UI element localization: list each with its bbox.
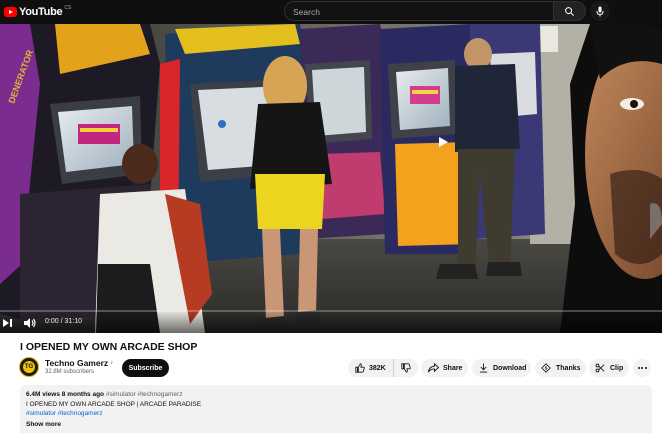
description-line: I OPENED MY OWN ARCADE SHOP | ARCADE PAR… bbox=[26, 400, 202, 408]
progress-bar[interactable] bbox=[0, 310, 662, 312]
center-play-button[interactable] bbox=[434, 134, 452, 150]
more-dot bbox=[641, 367, 643, 369]
like-button[interactable]: 382K bbox=[348, 359, 394, 377]
hashtag-row: #simulator #technogamerz bbox=[26, 409, 646, 419]
channel-name-link[interactable]: Techno Gamerz ♪ bbox=[45, 358, 113, 368]
youtube-play-icon bbox=[4, 7, 17, 17]
thanks-label: Thanks bbox=[556, 364, 581, 372]
thumbs-up-icon bbox=[355, 363, 365, 373]
video-title: I OPENED MY OWN ARCADE SHOP bbox=[20, 341, 198, 353]
subscribe-button[interactable]: Subscribe bbox=[122, 359, 169, 377]
clip-button[interactable]: Clip bbox=[589, 359, 629, 377]
views-and-date: 6.4M views 8 months ago bbox=[26, 391, 105, 398]
player-controls: 0:00 / 31:10 bbox=[0, 310, 662, 333]
play-icon bbox=[439, 137, 448, 147]
more-dot bbox=[644, 367, 647, 369]
next-icon bbox=[3, 319, 12, 327]
more-dots-icon bbox=[637, 367, 640, 369]
volume-icon bbox=[24, 318, 36, 328]
volume-button[interactable] bbox=[24, 318, 36, 328]
clip-label: Clip bbox=[610, 364, 624, 372]
thanks-button[interactable]: $ Thanks bbox=[535, 359, 586, 377]
verified-music-icon: ♪ bbox=[110, 360, 114, 366]
description-box[interactable]: 6.4M views 8 months ago #simulator #tech… bbox=[20, 385, 652, 433]
super-thanks-icon: $ bbox=[541, 363, 551, 373]
microphone-icon bbox=[596, 6, 604, 16]
avatar-text: TG bbox=[23, 361, 35, 373]
dislike-button[interactable] bbox=[394, 359, 418, 377]
video-player[interactable]: DENERATOR 0:00 / 31:10 bbox=[0, 24, 662, 333]
logo-text: YouTube bbox=[19, 6, 63, 18]
share-icon bbox=[428, 363, 439, 373]
description-meta: 6.4M views 8 months ago #simulator #tech… bbox=[26, 390, 646, 400]
download-label: Download bbox=[493, 364, 527, 372]
search-icon bbox=[565, 6, 574, 16]
next-button[interactable] bbox=[2, 318, 13, 328]
voice-search-button[interactable] bbox=[590, 1, 610, 21]
description-tags: #simulator #technogamerz bbox=[105, 391, 183, 398]
download-icon bbox=[479, 363, 488, 373]
channel-name: Techno Gamerz bbox=[45, 358, 109, 368]
search-button[interactable] bbox=[554, 1, 586, 21]
youtube-logo[interactable]: YouTube CS bbox=[4, 4, 71, 20]
show-more-button[interactable]: Show more bbox=[26, 420, 646, 430]
video-frame: DENERATOR bbox=[0, 24, 662, 333]
svg-text:$: $ bbox=[545, 366, 548, 371]
subscriber-count: 32.8M subscribers bbox=[45, 369, 95, 375]
share-label: Share bbox=[443, 364, 463, 372]
hashtag-link[interactable]: #simulator bbox=[26, 410, 56, 417]
share-button[interactable]: Share bbox=[421, 359, 468, 377]
masthead: YouTube CS bbox=[0, 0, 662, 24]
channel-avatar[interactable]: TG bbox=[19, 357, 39, 377]
thumbs-down-icon bbox=[401, 363, 411, 373]
download-button[interactable]: Download bbox=[472, 359, 531, 377]
youtube-watch-page: YouTube CS Search DENERATOR 0:00 / 31:10… bbox=[0, 0, 662, 433]
like-dislike-group: 382K bbox=[348, 359, 418, 377]
country-code: CS bbox=[64, 5, 72, 11]
like-count: 382K bbox=[369, 364, 386, 372]
more-actions-button[interactable] bbox=[633, 359, 651, 377]
scissors-icon bbox=[595, 363, 605, 373]
time-display: 0:00 / 31:10 bbox=[45, 318, 82, 325]
search-box bbox=[284, 1, 554, 21]
hashtag-link[interactable]: #technogamerz bbox=[58, 410, 103, 417]
search-input[interactable] bbox=[285, 3, 553, 21]
